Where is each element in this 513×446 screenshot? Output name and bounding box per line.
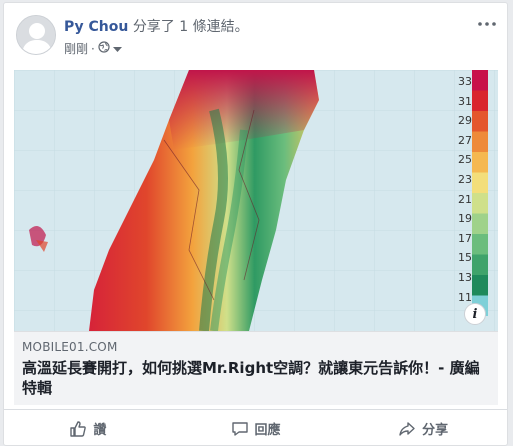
globe-icon[interactable] bbox=[98, 41, 110, 56]
post-meta: 剛剛 · bbox=[64, 40, 122, 57]
share-description: 分享了 1 條連結。 bbox=[132, 19, 249, 35]
temperature-legend: 33 31 29 27 25 23 21 19 17 15 13 11 bbox=[446, 70, 492, 331]
chevron-down-icon[interactable] bbox=[112, 42, 122, 56]
author-name[interactable]: Py Chou bbox=[64, 19, 128, 35]
legend-label: 25 bbox=[458, 153, 472, 167]
legend-swatch bbox=[472, 172, 488, 194]
comment-icon bbox=[231, 420, 249, 438]
default-profile-icon bbox=[17, 16, 55, 54]
legend-label: 27 bbox=[458, 133, 472, 147]
like-button[interactable]: 讚 bbox=[4, 413, 172, 445]
legend-label: 21 bbox=[458, 192, 472, 206]
legend-swatch bbox=[472, 90, 488, 112]
legend-swatch bbox=[472, 193, 488, 214]
legend-color-bar bbox=[472, 70, 488, 316]
meta-separator: · bbox=[91, 41, 95, 56]
link-preview-image[interactable]: 33 31 29 27 25 23 21 19 17 15 13 11 i bbox=[14, 70, 498, 331]
comment-label: 回應 bbox=[254, 423, 281, 438]
thumbs-up-icon bbox=[69, 420, 87, 438]
legend-swatch bbox=[472, 70, 488, 91]
legend-swatch bbox=[472, 131, 488, 153]
legend-label: 13 bbox=[458, 270, 472, 284]
legend-swatch bbox=[472, 152, 488, 173]
legend-swatch bbox=[472, 275, 488, 296]
legend-swatch bbox=[472, 213, 488, 235]
like-label: 讚 bbox=[93, 423, 107, 438]
share-button[interactable]: 分享 bbox=[339, 413, 507, 445]
legend-label: 29 bbox=[458, 114, 472, 128]
taiwan-temperature-map bbox=[14, 70, 498, 331]
post-title-line: Py Chou 分享了 1 條連結。 bbox=[64, 16, 249, 36]
share-label: 分享 bbox=[422, 423, 449, 438]
legend-swatch bbox=[472, 111, 488, 132]
timestamp[interactable]: 剛剛 bbox=[64, 40, 88, 57]
legend-label: 15 bbox=[458, 251, 472, 265]
link-domain: MOBILE01.COM bbox=[22, 340, 118, 354]
avatar[interactable] bbox=[16, 15, 56, 55]
ellipsis-icon[interactable] bbox=[477, 15, 497, 33]
comment-button[interactable]: 回應 bbox=[172, 413, 340, 445]
link-headline[interactable]: 高溫延長賽開打，如何挑選Mr.Right空調？就讓東元告訴你！- 廣編特輯 bbox=[22, 358, 490, 398]
legend-label: 31 bbox=[458, 94, 472, 108]
legend-swatch bbox=[472, 254, 488, 276]
info-icon[interactable]: i bbox=[464, 303, 486, 325]
legend-label: 19 bbox=[458, 212, 472, 226]
legend-label: 23 bbox=[458, 172, 472, 186]
legend-label: 17 bbox=[458, 231, 472, 245]
post-card: Py Chou 分享了 1 條連結。 剛剛 · 33 31 29 27 25 2… bbox=[3, 2, 508, 446]
post-header: Py Chou 分享了 1 條連結。 剛剛 · bbox=[4, 3, 507, 69]
share-arrow-icon bbox=[398, 420, 416, 438]
legend-label: 33 bbox=[458, 75, 472, 88]
link-caption[interactable]: MOBILE01.COM 高溫延長賽開打，如何挑選Mr.Right空調？就讓東元… bbox=[14, 331, 498, 405]
post-actions: 讚 回應 分享 bbox=[4, 409, 507, 445]
legend-labels: 33 31 29 27 25 23 21 19 17 15 13 11 bbox=[446, 72, 472, 307]
legend-swatch bbox=[472, 234, 488, 255]
